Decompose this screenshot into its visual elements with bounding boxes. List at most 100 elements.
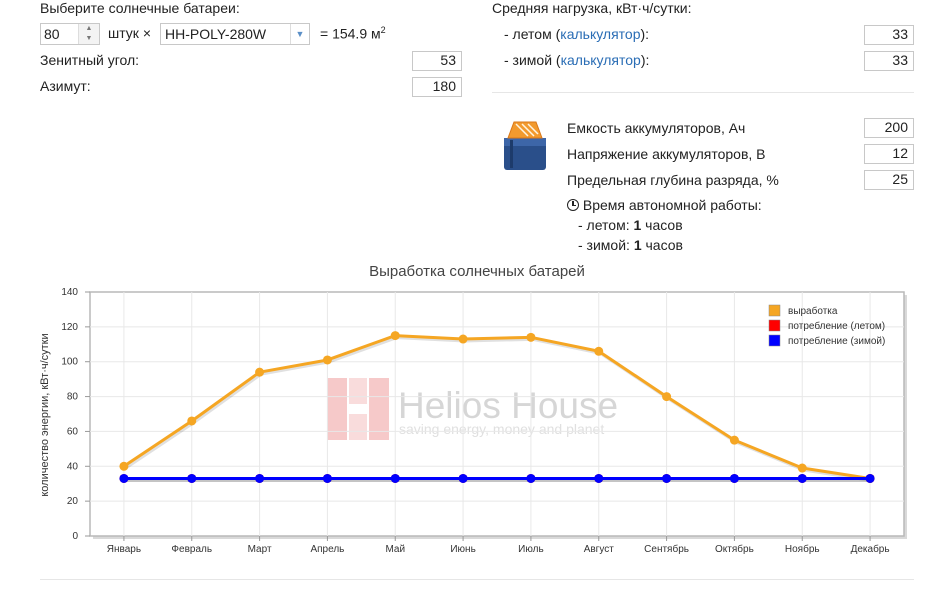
chart-title: Выработка солнечных батарей	[369, 263, 585, 280]
load-winter-prefix: - зимой (	[504, 52, 561, 68]
clock-icon	[567, 199, 579, 211]
autonomy-winter-prefix: - зимой:	[578, 237, 634, 253]
voltage-label: Напряжение аккумуляторов, В	[567, 146, 766, 162]
bottom-divider	[40, 579, 914, 580]
autonomy-title: Время автономной работы:	[567, 197, 762, 213]
y-tick-label: 40	[67, 461, 79, 472]
depth-label: Предельная глубина разряда, %	[567, 172, 779, 188]
legend-label: выработка	[788, 305, 838, 317]
data-point	[390, 473, 400, 483]
autonomy-winter-hours: 1	[633, 237, 642, 253]
load-summer-input[interactable]: 33	[864, 25, 914, 45]
y-tick-label: 80	[67, 392, 79, 403]
watermark: Helios House saving energy, money and pl…	[327, 378, 618, 440]
x-tick-label: Июль	[518, 544, 544, 555]
autonomy-summer-prefix: - летом:	[578, 217, 634, 233]
load-winter-input[interactable]: 33	[864, 51, 914, 71]
capacity-label: Емкость аккумуляторов, Ач	[567, 120, 746, 136]
x-tick-label: Февраль	[171, 544, 212, 555]
load-summer-label: - летом (калькулятор):	[504, 26, 649, 42]
data-point	[594, 346, 604, 356]
voltage-input[interactable]: 12	[864, 144, 914, 164]
x-tick-label: Сентябрь	[644, 543, 689, 555]
data-point	[797, 473, 807, 483]
data-point	[662, 473, 672, 483]
legend-swatch	[768, 319, 781, 332]
battery-icon	[498, 116, 552, 172]
watermark-name: Helios House	[398, 385, 618, 426]
data-point	[458, 334, 468, 344]
autonomy-winter: - зимой: 1 часов	[578, 237, 683, 253]
zenith-label: Зенитный угол:	[40, 52, 140, 68]
data-point	[255, 367, 265, 377]
load-summer-suffix: ):	[640, 26, 650, 42]
data-point	[187, 416, 197, 426]
x-tick-label: Август	[584, 544, 615, 555]
data-point	[526, 332, 536, 342]
azimuth-input[interactable]: 180	[412, 77, 462, 97]
y-tick-label: 100	[61, 357, 78, 368]
x-tick-label: Май	[385, 544, 405, 555]
x-tick-label: Октябрь	[715, 543, 754, 555]
legend-label: потребление (летом)	[788, 320, 885, 332]
data-point	[255, 473, 265, 483]
panel-area-text: = 154.9 м	[320, 25, 381, 42]
production-chart: Выработка солнечных батарей Helios House…	[39, 263, 907, 555]
panel-count-unit: штук ×	[108, 25, 151, 41]
legend-swatch	[768, 304, 781, 317]
autonomy-summer-unit: часов	[641, 217, 683, 233]
panel-count-stepper[interactable]: 80 ▲ ▼	[40, 23, 100, 45]
azimuth-label: Азимут:	[40, 78, 91, 94]
data-point	[865, 473, 875, 483]
data-point	[594, 473, 604, 483]
stepper-up-icon[interactable]: ▲	[79, 24, 99, 34]
autonomy-title-text: Время автономной работы:	[582, 197, 762, 213]
data-point	[458, 473, 468, 483]
data-point	[526, 473, 536, 483]
panel-model-value: HH-POLY-280W	[165, 26, 267, 42]
y-tick-label: 0	[72, 531, 78, 542]
data-point	[119, 461, 129, 471]
data-point	[662, 392, 672, 402]
data-point	[187, 473, 197, 483]
y-tick-label: 140	[61, 287, 78, 298]
x-tick-label: Июнь	[450, 544, 475, 555]
data-point	[729, 473, 739, 483]
panels-select-label: Выберите солнечные батареи:	[40, 0, 240, 16]
y-axis-label: количество энергии, кВт·ч/сутки	[39, 333, 51, 496]
panel-area-sup: 2	[380, 25, 386, 35]
panel-count-value: 80	[44, 26, 60, 42]
chevron-down-icon[interactable]: ▼	[290, 24, 309, 44]
load-winter-suffix: ):	[640, 52, 650, 68]
divider	[492, 92, 914, 93]
y-tick-label: 120	[61, 322, 78, 333]
depth-input[interactable]: 25	[864, 170, 914, 190]
x-tick-label: Январь	[107, 544, 141, 555]
watermark-tagline: saving energy, money and planet	[399, 421, 604, 437]
legend-label: потребление (зимой)	[788, 335, 885, 347]
panel-area: = 154.9 м2	[320, 25, 386, 42]
load-title: Средняя нагрузка, кВт·ч/сутки:	[492, 0, 692, 16]
panel-model-select[interactable]: HH-POLY-280W ▼	[160, 23, 310, 45]
data-point	[322, 473, 332, 483]
data-point	[797, 463, 807, 473]
stepper-down-icon[interactable]: ▼	[79, 34, 99, 44]
capacity-input[interactable]: 200	[864, 118, 914, 138]
stepper-buttons[interactable]: ▲ ▼	[78, 24, 99, 44]
x-tick-label: Ноябрь	[785, 543, 820, 555]
legend-swatch	[768, 334, 781, 347]
autonomy-summer: - летом: 1 часов	[578, 217, 683, 233]
data-point	[119, 473, 129, 483]
x-tick-label: Декабрь	[851, 543, 890, 555]
data-point	[390, 331, 400, 341]
load-winter-label: - зимой (калькулятор):	[504, 52, 649, 68]
data-point	[729, 435, 739, 445]
zenith-input[interactable]: 53	[412, 51, 462, 71]
y-tick-label: 20	[67, 496, 79, 507]
x-tick-label: Апрель	[310, 544, 344, 555]
load-summer-prefix: - летом (	[504, 26, 561, 42]
summer-calculator-link[interactable]: калькулятор	[560, 26, 640, 42]
data-point	[322, 355, 332, 365]
winter-calculator-link[interactable]: калькулятор	[561, 52, 641, 68]
autonomy-winter-unit: часов	[641, 237, 683, 253]
